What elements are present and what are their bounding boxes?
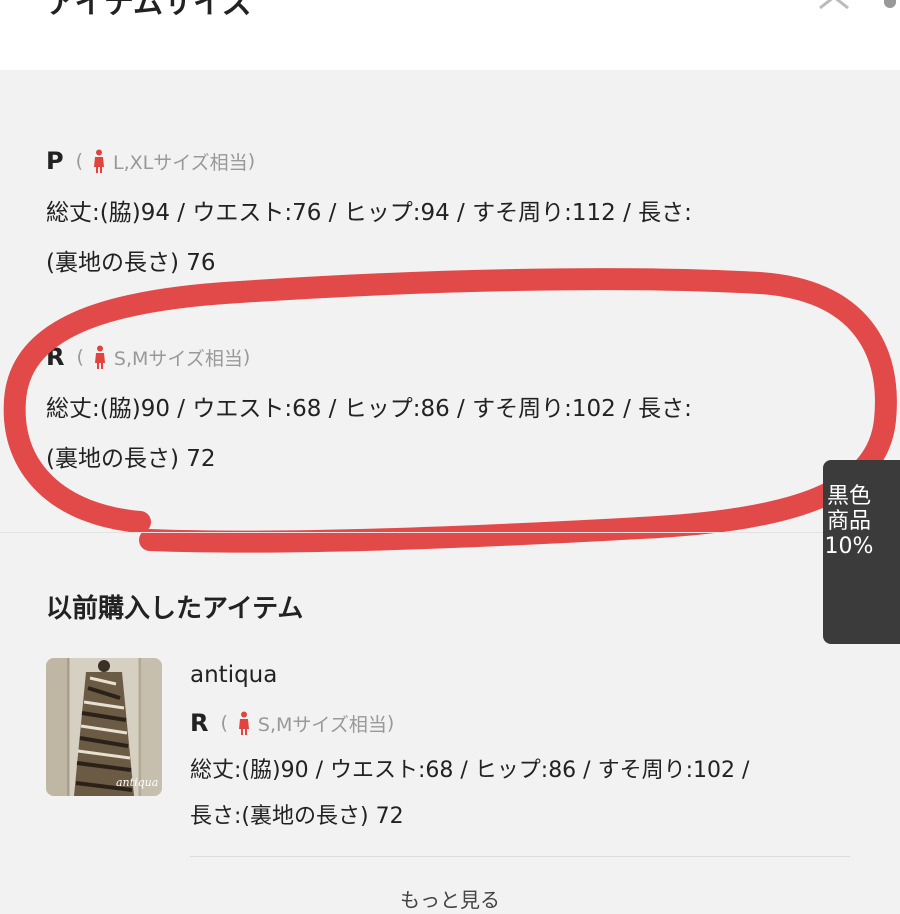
size-code: R <box>190 709 209 737</box>
promo-side-tab[interactable]: 黒色商品10% <box>823 460 900 644</box>
product-size-head: R ( S,Mサイズ相当) <box>190 708 394 738</box>
promo-side-tab-label: 黒色商品10% <box>824 484 874 559</box>
size-measurements: 総丈:(脇)90 / ウエスト:68 / ヒップ:86 / すそ周り:102 /… <box>46 396 692 472</box>
person-icon <box>94 345 105 369</box>
person-icon <box>94 149 105 173</box>
modal-header: アイテムサイズ <box>0 0 900 70</box>
person-icon <box>238 711 249 735</box>
item-divider <box>190 856 850 857</box>
size-fit-label: L,XLサイズ相当 <box>113 151 248 174</box>
size-fit-label: S,Mサイズ相当 <box>113 347 243 370</box>
show-more-link[interactable]: もっと見る <box>0 884 900 914</box>
size-code: R <box>46 343 65 371</box>
scrollbar[interactable] <box>884 0 896 8</box>
size-fit-label: S,Mサイズ相当 <box>257 713 387 736</box>
modal-title: アイテムサイズ <box>46 0 253 21</box>
product-thumbnail[interactable]: antiqua <box>46 658 162 796</box>
product-measurements: 総丈:(脇)90 / ウエスト:68 / ヒップ:86 / すそ周り:102 /… <box>190 758 750 829</box>
size-code: P <box>46 147 64 175</box>
size-row-p: P ( L,XLサイズ相当) 総丈:(脇)94 / ウエスト:76 / ヒップ:… <box>46 146 846 288</box>
product-brand[interactable]: antiqua <box>190 662 277 688</box>
size-measurements: 総丈:(脇)94 / ウエスト:76 / ヒップ:94 / すそ周り:112 /… <box>46 200 692 276</box>
size-fit-note: ( L,XLサイズ相当) <box>76 148 255 175</box>
section-divider <box>0 532 900 533</box>
size-row-r: R ( S,Mサイズ相当) 総丈:(脇)90 / ウエスト:68 / ヒップ:8… <box>46 342 846 484</box>
thumbnail-watermark: antiqua <box>116 776 159 789</box>
close-icon[interactable] <box>812 0 856 22</box>
size-fit-note: ( S,Mサイズ相当) <box>220 710 394 737</box>
previous-items-title: 以前購入したアイテム <box>46 594 304 624</box>
size-fit-note: ( S,Mサイズ相当) <box>76 344 250 371</box>
